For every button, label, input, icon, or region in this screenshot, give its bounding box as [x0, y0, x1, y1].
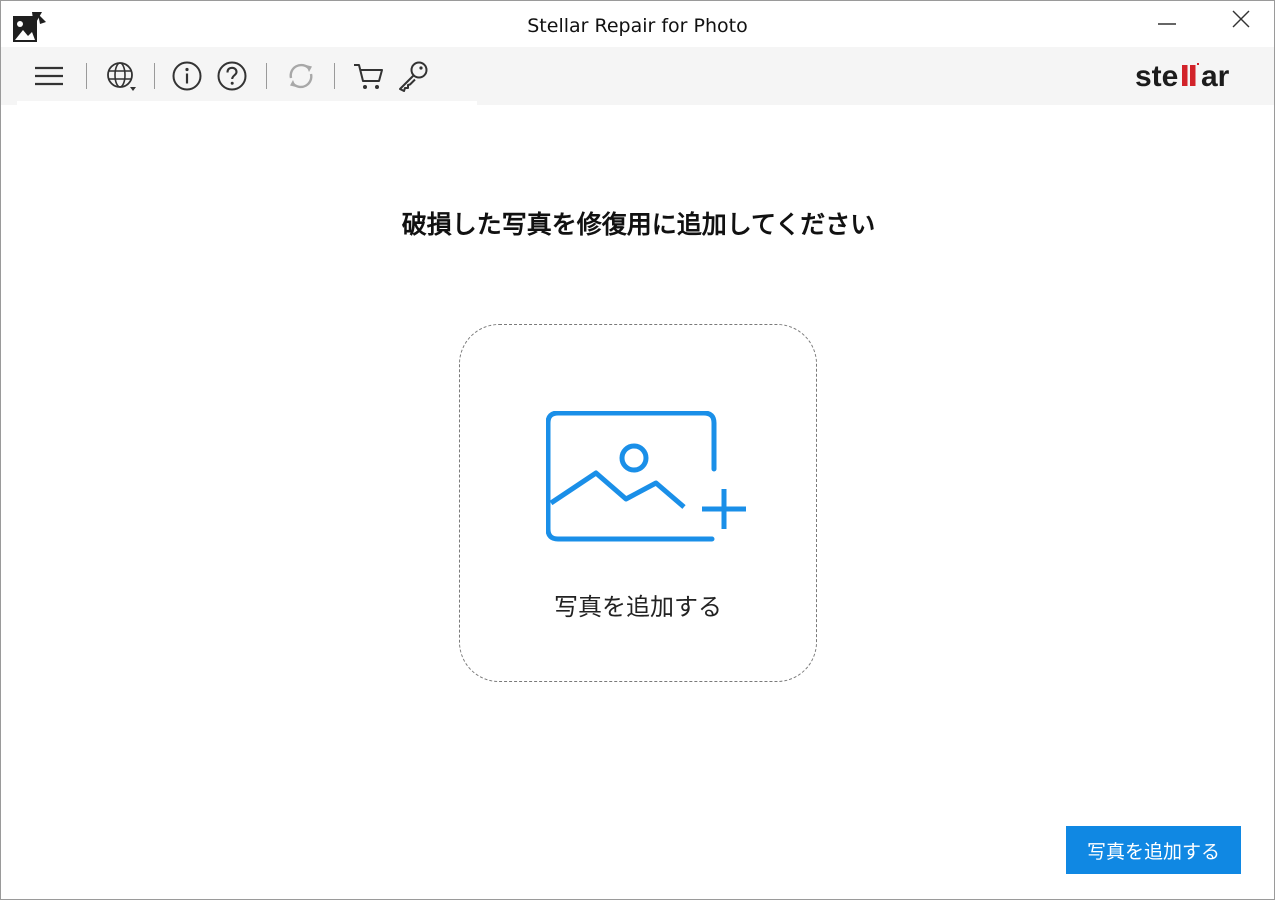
page-heading: 破損した写真を修復用に追加してください — [401, 210, 876, 239]
svg-text:ar: ar — [1201, 60, 1230, 92]
title-bar: Stellar Repair for Photo — [1, 1, 1274, 47]
help-button[interactable] — [215, 59, 249, 93]
close-button[interactable] — [1221, 9, 1261, 39]
app-window: Stellar Repair for Photo ste ar 破損した写真を修… — [0, 0, 1275, 900]
cart-icon — [354, 64, 383, 89]
add-photo-drop-zone[interactable]: 写真を追加する — [459, 324, 817, 682]
info-button[interactable] — [170, 59, 204, 93]
menu-icon — [35, 66, 63, 86]
add-image-icon — [545, 410, 750, 551]
toolbar-divider — [334, 63, 335, 89]
add-photo-button[interactable]: 写真を追加する — [1066, 826, 1241, 874]
cart-button[interactable] — [351, 59, 387, 93]
activation-key-button[interactable] — [395, 59, 431, 93]
svg-text:ste: ste — [1135, 60, 1178, 92]
toolbar-divider — [154, 63, 155, 89]
language-button[interactable] — [103, 59, 139, 93]
toolbar-divider — [86, 63, 87, 89]
refresh-icon — [289, 63, 313, 89]
info-icon — [172, 61, 202, 91]
toolbar: ste ar — [1, 47, 1274, 105]
stellar-brand-logo: ste ar — [1135, 58, 1247, 93]
close-icon — [1232, 10, 1250, 28]
minimize-icon — [1158, 23, 1176, 25]
toolbar-active-underline — [17, 101, 477, 107]
menu-button[interactable] — [31, 59, 67, 93]
globe-icon — [107, 62, 136, 91]
minimize-button[interactable] — [1147, 9, 1187, 39]
window-title: Stellar Repair for Photo — [527, 15, 748, 37]
refresh-button[interactable] — [283, 59, 319, 93]
help-icon — [217, 61, 247, 91]
drop-zone-label: 写真を追加する — [554, 593, 722, 621]
toolbar-divider — [266, 63, 267, 89]
key-icon — [399, 61, 428, 92]
